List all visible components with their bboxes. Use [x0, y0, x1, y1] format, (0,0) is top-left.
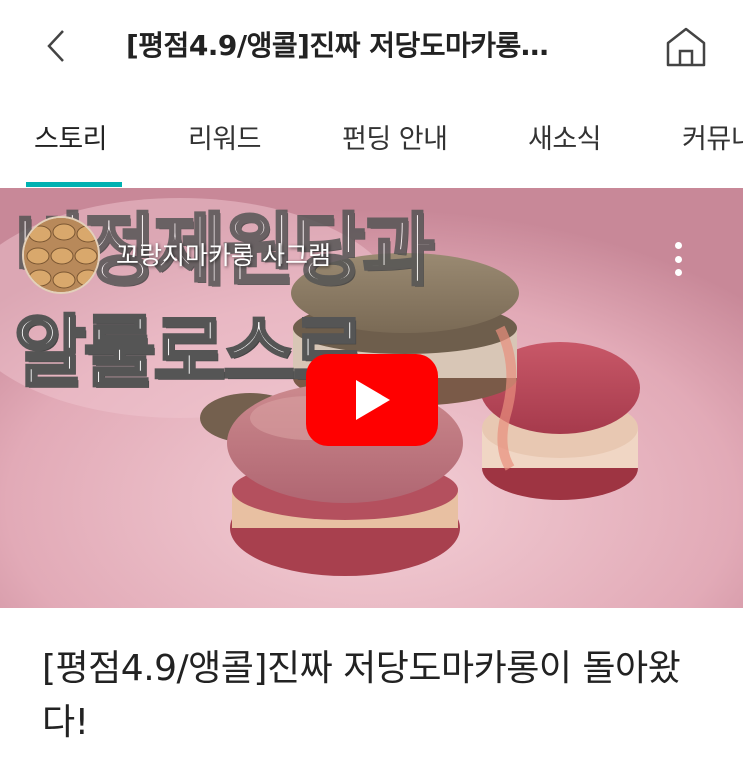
back-button[interactable] — [36, 24, 76, 68]
more-options-button[interactable] — [664, 236, 692, 282]
page-title: [평점4.9/앵콜]진짜 저당도마카롱… — [126, 29, 549, 62]
tab-story[interactable]: 스토리 — [34, 92, 108, 188]
story-headline: [평점4.9/앵콜]진짜 저당도마카롱이 돌아왔다! — [42, 648, 681, 743]
more-vertical-icon-dot — [674, 255, 682, 263]
tab-rewards[interactable]: 리워드 — [188, 92, 262, 188]
home-button[interactable] — [660, 22, 712, 72]
chevron-left-icon — [47, 30, 64, 62]
tab-funding-info[interactable]: 펀딩 안내 — [342, 92, 448, 188]
video-player[interactable]: 비정제원당과 알룰로스로 꼬랑지마카롱 사그램 — [0, 188, 743, 608]
more-vertical-icon — [674, 242, 682, 249]
channel-avatar[interactable] — [22, 216, 100, 294]
top-app-bar: [평점4.9/앵콜]진짜 저당도마카롱… — [0, 0, 743, 92]
active-tab-indicator — [26, 182, 122, 187]
tab-news[interactable]: 새소식 — [528, 92, 602, 188]
play-icon — [356, 380, 390, 420]
tab-bar: 스토리 리워드 펀딩 안내 새소식 커뮤니 — [0, 92, 743, 188]
tab-community[interactable]: 커뮤니 — [682, 92, 743, 188]
channel-name[interactable]: 꼬랑지마카롱 사그램 — [116, 236, 331, 272]
home-icon — [666, 27, 706, 67]
more-vertical-icon-dot — [674, 269, 682, 276]
play-button[interactable] — [306, 354, 438, 446]
